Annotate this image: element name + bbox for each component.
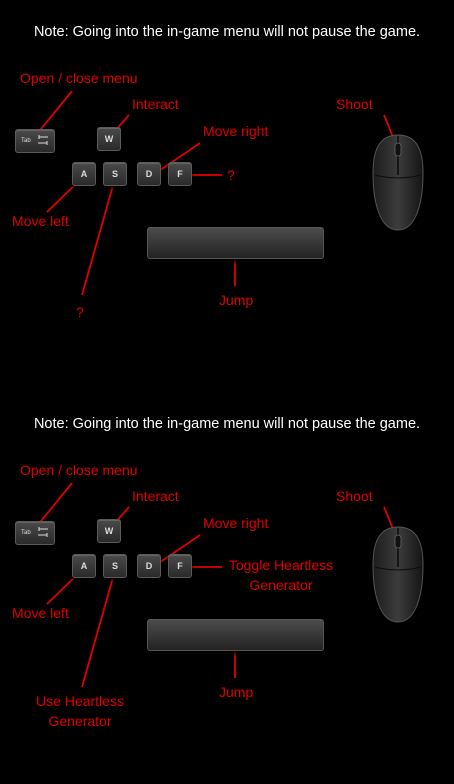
tab-key: Tab [15,521,55,545]
label-s-action: Use Heartless Generator [36,693,124,729]
label-shoot: Shoot [336,96,373,112]
w-key: W [97,519,121,543]
w-key: W [97,127,121,151]
spacebar-key [147,227,324,259]
label-interact: Interact [132,96,179,112]
spacebar-key [147,619,324,651]
label-s-action: ? [76,304,84,320]
tab-key: Tab [15,129,55,153]
tab-arrows-icon [38,135,48,145]
f-key: F [168,162,192,186]
controls-panel-1: Note: Going into the in-game menu will n… [0,0,454,392]
label-move-right: Move right [203,515,269,531]
s-key: S [103,554,127,578]
f-key: F [168,554,192,578]
label-open-close-menu: Open / close menu [20,70,138,86]
s-key: S [103,162,127,186]
a-key: A [72,162,96,186]
mouse-icon [372,526,424,623]
tab-key-label: Tab [21,530,31,536]
label-move-left: Move left [12,605,69,621]
label-open-close-menu: Open / close menu [20,462,138,478]
label-move-left: Move left [12,213,69,229]
a-key: A [72,554,96,578]
tab-arrows-icon [38,527,48,537]
label-jump: Jump [219,684,254,700]
tab-key-label: Tab [21,138,31,144]
mouse-icon [372,134,424,231]
d-key: D [137,162,161,186]
label-shoot: Shoot [336,488,373,504]
label-f-action: ? [227,167,235,183]
label-move-right: Move right [203,123,269,139]
controls-panel-2: Note: Going into the in-game menu will n… [0,392,454,784]
d-key: D [137,554,161,578]
label-jump: Jump [219,292,254,308]
label-f-action: Toggle Heartless Generator [228,557,334,593]
label-interact: Interact [132,488,179,504]
